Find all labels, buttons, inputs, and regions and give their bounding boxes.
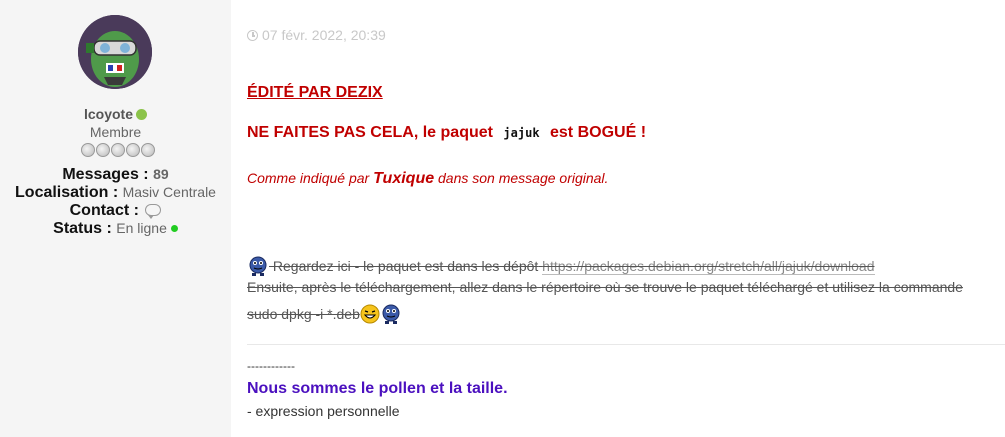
signature-divider [247, 344, 1005, 345]
post-date-text: 07 févr. 2022, 20:39 [262, 27, 386, 43]
avatar[interactable] [78, 15, 152, 89]
rank-star-icon [96, 143, 110, 157]
status-online-icon [170, 225, 178, 232]
line3-command: sudo dpkg -i *.deb [247, 306, 360, 323]
user-panel: lcoyote Membre Messages : 89 Localisatio… [0, 0, 231, 437]
note-before: Comme indiqué par [247, 170, 370, 186]
debian-package-link[interactable]: https://packages.debian.org/stretch/all/… [542, 258, 875, 276]
signature-subtitle: - expression personnelle [247, 403, 400, 419]
clock-icon [247, 30, 258, 41]
warning-text: NE FAITES PAS CELA, le paquet jajuk est … [247, 124, 646, 142]
quote-note: Comme indiqué par Tuxique dans son messa… [247, 170, 608, 188]
stat-status-value: En ligne [116, 220, 167, 236]
stat-contact-label: Contact : [69, 202, 139, 219]
online-indicator-icon [136, 109, 147, 120]
note-author: Tuxique [373, 170, 435, 187]
rank-stars [81, 143, 155, 157]
signature-title: Nous sommes le pollen et la taille. [247, 380, 508, 397]
blue-smiley-icon [380, 303, 402, 328]
warning-after: est BOGUÉ ! [550, 124, 647, 141]
stat-contact: Contact : [0, 202, 231, 220]
username-link[interactable]: lcoyote [84, 106, 133, 122]
package-name-code: jajuk [503, 126, 540, 140]
contact-chat-icon[interactable] [145, 204, 162, 219]
stat-messages-value[interactable]: 89 [153, 166, 169, 182]
rank-star-icon [126, 143, 140, 157]
post-date[interactable]: 07 févr. 2022, 20:39 [247, 27, 386, 43]
rank-star-icon [81, 143, 95, 157]
line1-text: Regardez ici - le paquet est dans les dé… [269, 258, 539, 275]
signature-dashes: ------------ [247, 359, 295, 373]
grin-smiley-icon [360, 304, 380, 327]
stat-location-value: Masiv Centrale [122, 184, 216, 200]
user-rank: Membre [89, 124, 142, 140]
stat-status-label: Status : [53, 220, 112, 237]
stat-status: Status : En ligne [0, 220, 231, 238]
struck-line-3: sudo dpkg -i *.deb [247, 303, 402, 328]
username-row: lcoyote [0, 106, 231, 122]
warning-before: NE FAITES PAS CELA, le paquet [247, 124, 493, 141]
stat-location-label: Localisation : [15, 184, 119, 201]
stat-messages-label: Messages : [62, 166, 149, 183]
rank-star-icon [111, 143, 125, 157]
struck-line-2: Ensuite, après le téléchargement, allez … [247, 279, 963, 295]
rank-star-icon [141, 143, 155, 157]
note-after: dans son message original. [438, 170, 609, 186]
edited-by-heading: ÉDITÉ PAR DEZIX [247, 84, 383, 101]
blue-smiley-icon [247, 255, 269, 280]
stat-location: Localisation : Masiv Centrale [0, 184, 231, 202]
struck-line-1: Regardez ici - le paquet est dans les dé… [247, 255, 875, 280]
stat-messages: Messages : 89 [0, 166, 231, 184]
